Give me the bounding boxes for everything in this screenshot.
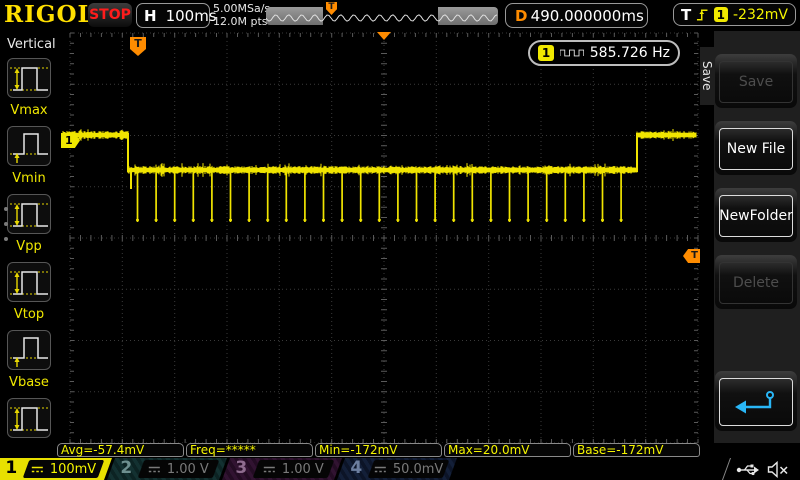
run-state-indicator[interactable]: STOP bbox=[88, 3, 132, 27]
channel-status-bar: 1 100mV 2 1.00 V 3 1.00 V 4 50.0mV bbox=[0, 458, 800, 480]
waveform-display: T 1 T 1 585.726 Hz bbox=[57, 31, 700, 444]
new-file-button[interactable]: New File bbox=[715, 121, 797, 175]
save-button[interactable]: Save bbox=[715, 54, 797, 108]
return-arrow-icon bbox=[735, 391, 774, 414]
channel-scale: 50.0mV bbox=[392, 461, 444, 477]
measurement-max: Max=20.0mV bbox=[444, 443, 571, 457]
status-divider bbox=[721, 458, 732, 480]
measure-item-label: Vbase bbox=[9, 375, 49, 390]
channel-4-badge[interactable]: 4 50.0mV bbox=[336, 458, 457, 480]
top-status-bar: RIGOL STOP H 100ms 5.00MSa/s 12.0M pts T… bbox=[0, 0, 800, 32]
measure-item-label: Vmin bbox=[12, 171, 46, 186]
horizontal-label: H bbox=[144, 6, 157, 25]
acquisition-info: 5.00MSa/s 12.0M pts bbox=[213, 2, 270, 28]
vtop-icon bbox=[7, 262, 51, 302]
sample-rate: 5.00MSa/s bbox=[213, 2, 271, 15]
rising-edge-icon bbox=[697, 8, 708, 21]
dc-coupling-icon bbox=[263, 466, 275, 472]
square-wave-icon bbox=[560, 49, 584, 57]
channel-number: 1 bbox=[5, 458, 18, 478]
measure-item-vmax[interactable]: Vmax bbox=[6, 58, 52, 118]
timebase-value: 100ms bbox=[165, 6, 217, 25]
trigger-source-chip: 1 bbox=[713, 7, 728, 22]
usb-icon bbox=[736, 464, 759, 476]
back-button-face bbox=[719, 378, 793, 426]
memory-depth: 12.0M pts bbox=[213, 15, 268, 28]
dc-coupling-icon bbox=[374, 466, 386, 472]
measure-item-label: Vpp bbox=[16, 239, 42, 254]
screen-center-marker bbox=[377, 32, 391, 40]
memory-waveform-preview bbox=[266, 14, 498, 22]
vmin-icon bbox=[7, 126, 51, 166]
oscilloscope-screen: RIGOL STOP H 100ms 5.00MSa/s 12.0M pts T… bbox=[0, 0, 800, 480]
channel-number: 2 bbox=[120, 458, 133, 478]
measurement-results-bar: Avg=-57.4mV Freq=***** Min=-172mV Max=20… bbox=[0, 443, 800, 458]
measurement-avg: Avg=-57.4mV bbox=[57, 443, 184, 457]
freq-counter-value: 585.726 Hz bbox=[589, 45, 670, 61]
channel-number: 4 bbox=[350, 458, 363, 478]
horizontal-timebase[interactable]: H 100ms bbox=[136, 3, 217, 28]
trigger-level-value: -232mV bbox=[733, 6, 788, 23]
waveform-position-bar[interactable] bbox=[266, 7, 498, 25]
channel-number: 3 bbox=[235, 458, 248, 478]
save-button-label: Save bbox=[719, 61, 793, 103]
channel-scale: 1.00 V bbox=[166, 461, 209, 477]
channel-3-badge[interactable]: 3 1.00 V bbox=[221, 458, 342, 480]
vpp-icon bbox=[7, 194, 51, 234]
freq-counter-channel-chip: 1 bbox=[538, 45, 554, 61]
left-measure-sidebar: Vertical Vmax Vmin Vpp Vtop Vbase Vamp bbox=[0, 31, 57, 458]
delay-box[interactable]: D 490.000000ms bbox=[505, 3, 648, 28]
delete-button-label: Delete bbox=[719, 262, 793, 304]
graticule-and-trace bbox=[62, 32, 699, 444]
back-button[interactable] bbox=[715, 371, 797, 431]
trigger-box[interactable]: T 1 -232mV bbox=[673, 3, 796, 26]
soft-menu: Save Save New File NewFolder Delete bbox=[700, 31, 800, 444]
measure-item-label: Vmax bbox=[10, 103, 48, 118]
measurement-min: Min=-172mV bbox=[315, 443, 442, 457]
dc-coupling-icon bbox=[31, 466, 43, 472]
delay-value: 490.000000ms bbox=[530, 6, 644, 25]
channel-2-badge[interactable]: 2 1.00 V bbox=[106, 458, 227, 480]
measure-category-title: Vertical bbox=[7, 37, 56, 52]
measure-item-vbase[interactable]: Vbase bbox=[6, 330, 52, 390]
channel-scale: 100mV bbox=[49, 461, 97, 477]
measure-item-vpp[interactable]: Vpp bbox=[6, 194, 52, 254]
status-icons bbox=[736, 461, 789, 478]
delay-label: D bbox=[515, 6, 528, 25]
measure-item-vtop[interactable]: Vtop bbox=[6, 262, 52, 322]
menu-tab-label: Save bbox=[700, 47, 714, 105]
vbase-icon bbox=[7, 330, 51, 370]
dc-coupling-icon bbox=[148, 466, 160, 472]
vmax-icon bbox=[7, 58, 51, 98]
new-file-button-label: New File bbox=[719, 128, 793, 170]
delete-button[interactable]: Delete bbox=[715, 255, 797, 309]
vamp-icon bbox=[7, 398, 51, 438]
measurement-freq: Freq=***** bbox=[186, 443, 313, 457]
trigger-label: T bbox=[681, 5, 692, 24]
speaker-muted-icon bbox=[767, 461, 788, 478]
measurement-base: Base=-172mV bbox=[573, 443, 700, 457]
new-folder-button-label: NewFolder bbox=[719, 195, 793, 237]
scroll-indicator-dots bbox=[4, 207, 8, 241]
measure-item-vmin[interactable]: Vmin bbox=[6, 126, 52, 186]
channel-1-badge[interactable]: 1 100mV bbox=[0, 458, 113, 480]
measure-item-label: Vtop bbox=[13, 307, 45, 322]
new-folder-button[interactable]: NewFolder bbox=[715, 188, 797, 242]
channel-scale: 1.00 V bbox=[281, 461, 324, 477]
rigol-logo: RIGOL bbox=[4, 1, 95, 28]
frequency-counter-badge: 1 585.726 Hz bbox=[528, 40, 680, 66]
